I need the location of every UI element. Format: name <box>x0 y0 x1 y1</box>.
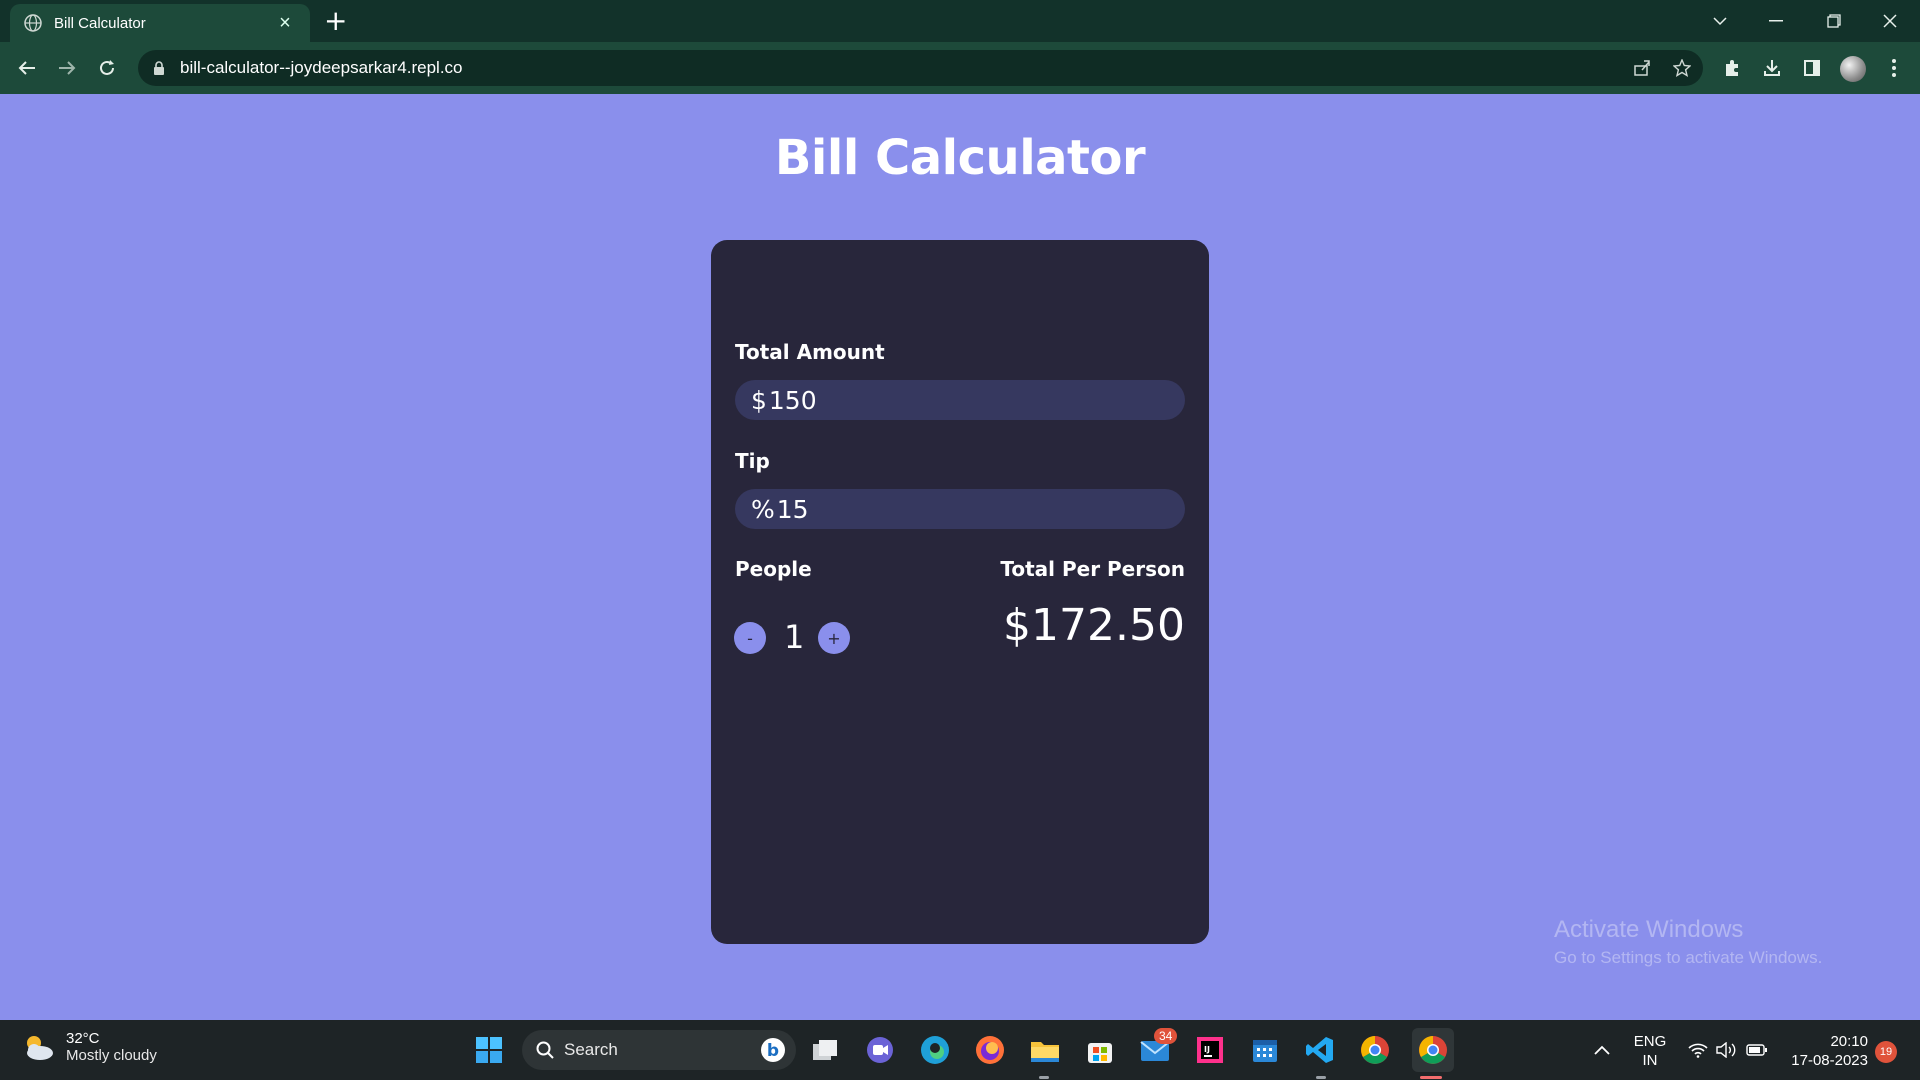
bookmark-star-icon[interactable] <box>1664 50 1700 86</box>
clock[interactable]: 20:10 17-08-2023 <box>1778 1032 1868 1070</box>
language-code: ENG <box>1633 1033 1667 1050</box>
people-label: People <box>735 557 812 581</box>
teams-chat-icon[interactable] <box>862 1032 898 1068</box>
running-indicator <box>1039 1076 1049 1079</box>
activate-windows-subtitle: Go to Settings to activate Windows. <box>1554 948 1823 967</box>
vscode-icon[interactable] <box>1302 1032 1338 1068</box>
bing-icon[interactable]: b <box>760 1037 786 1063</box>
cloudy-weather-icon <box>27 1036 53 1060</box>
increment-people-button[interactable]: + <box>818 622 850 654</box>
calculator-card: Total Amount $ Tip % People Total Per Pe… <box>711 240 1209 944</box>
edge-browser-icon[interactable] <box>917 1032 953 1068</box>
weather-widget[interactable]: 32°C Mostly cloudy <box>20 1030 157 1064</box>
total-amount-field[interactable]: $ <box>735 380 1185 420</box>
globe-icon <box>24 14 42 32</box>
forward-arrow-icon[interactable] <box>49 50 85 86</box>
clock-date: 17-08-2023 <box>1791 1052 1868 1069</box>
svg-text:IJ: IJ <box>1204 1045 1210 1054</box>
close-window-icon[interactable] <box>1862 0 1918 42</box>
lock-icon <box>154 61 164 75</box>
calendar-icon[interactable] <box>1247 1032 1283 1068</box>
chevron-up-icon[interactable] <box>1584 1032 1620 1068</box>
tab-title: Bill Calculator <box>54 14 146 32</box>
download-icon[interactable] <box>1754 50 1790 86</box>
side-panel-icon[interactable] <box>1794 50 1830 86</box>
file-explorer-icon[interactable] <box>1027 1032 1063 1068</box>
microsoft-store-icon[interactable] <box>1082 1032 1118 1068</box>
weather-temperature: 32°C <box>66 1030 100 1047</box>
chrome-icon[interactable] <box>1357 1032 1393 1068</box>
region-code: IN <box>1642 1052 1658 1069</box>
search-label: Search <box>564 1040 618 1059</box>
search-icon <box>536 1041 554 1059</box>
intellij-icon[interactable]: IJ <box>1192 1032 1228 1068</box>
tip-label: Tip <box>735 449 770 473</box>
clock-time: 20:10 <box>1830 1033 1868 1050</box>
battery-icon <box>1746 1044 1767 1056</box>
browser-titlebar: Bill Calculator × + <box>0 0 1920 42</box>
activate-windows-title: Activate Windows <box>1554 916 1744 943</box>
running-indicator-vscode <box>1316 1076 1326 1079</box>
svg-text:b: b <box>767 1041 779 1061</box>
browser-tab[interactable]: Bill Calculator × <box>10 4 310 42</box>
total-per-person-value: $172.50 <box>1003 600 1185 651</box>
language-indicator[interactable]: ENG IN <box>1626 1032 1674 1070</box>
profile-avatar[interactable] <box>1840 56 1866 82</box>
address-bar[interactable]: bill-calculator--joydeepsarkar4.repl.co <box>138 50 1703 86</box>
extensions-puzzle-icon[interactable] <box>1714 50 1750 86</box>
browser-toolbar: bill-calculator--joydeepsarkar4.repl.co <box>0 42 1920 94</box>
tab-search-icon[interactable] <box>1692 0 1748 42</box>
system-tray-icons[interactable] <box>1680 1032 1776 1068</box>
minimize-icon[interactable] <box>1748 0 1804 42</box>
windows-taskbar: 32°C Mostly cloudy Search b 34 IJ ENG IN… <box>0 1020 1920 1080</box>
volume-icon <box>1716 1042 1736 1058</box>
chrome-active-icon[interactable] <box>1412 1028 1454 1072</box>
firefox-icon[interactable] <box>972 1032 1008 1068</box>
page-title: Bill Calculator <box>774 130 1146 186</box>
wifi-icon <box>1688 1043 1708 1058</box>
windows-start-icon[interactable] <box>471 1032 507 1068</box>
people-count: 1 <box>784 618 805 656</box>
task-view-icon[interactable] <box>807 1032 843 1068</box>
new-tab-icon[interactable]: + <box>324 6 347 36</box>
mail-badge: 34 <box>1154 1028 1178 1044</box>
tip-field[interactable]: % <box>735 489 1185 529</box>
reload-icon[interactable] <box>89 50 125 86</box>
tip-input[interactable] <box>776 494 1157 524</box>
back-arrow-icon[interactable] <box>9 50 45 86</box>
decrement-people-button[interactable]: - <box>734 622 766 654</box>
restore-icon[interactable] <box>1806 0 1862 42</box>
kebab-menu-icon[interactable] <box>1876 50 1912 86</box>
notification-badge[interactable]: 19 <box>1875 1041 1897 1063</box>
dollar-prefix: $ <box>751 385 767 415</box>
percent-prefix: % <box>751 494 775 524</box>
weather-condition: Mostly cloudy <box>66 1047 157 1064</box>
total-per-person-label: Total Per Person <box>1000 557 1185 581</box>
taskbar-search[interactable]: Search b <box>522 1030 796 1070</box>
url-text: bill-calculator--joydeepsarkar4.repl.co <box>180 58 463 77</box>
page-content: Bill Calculator Total Amount $ Tip % Peo… <box>0 94 1920 1020</box>
total-amount-label: Total Amount <box>735 340 885 364</box>
total-amount-input[interactable] <box>768 385 1149 415</box>
share-icon[interactable] <box>1624 50 1660 86</box>
close-tab-icon[interactable]: × <box>274 12 296 35</box>
active-app-indicator <box>1420 1076 1442 1079</box>
activate-windows-watermark: Activate Windows Go to Settings to activ… <box>1554 916 1822 968</box>
